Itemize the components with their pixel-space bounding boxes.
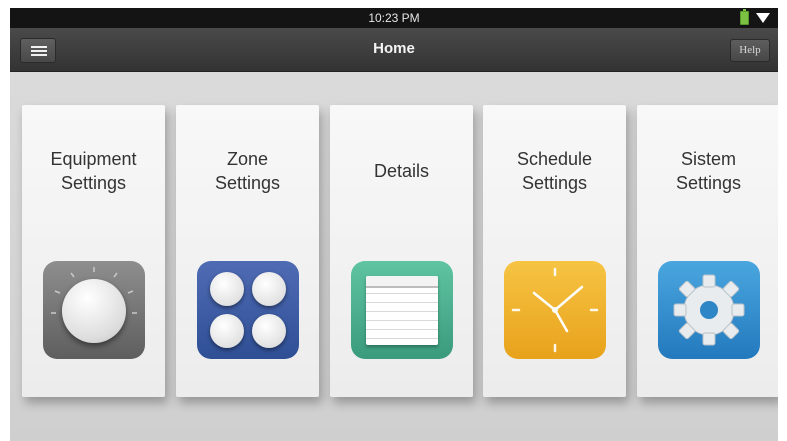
battery-icon <box>740 9 749 25</box>
schedule-settings-card[interactable]: Schedule Settings <box>483 105 626 397</box>
gear-icon <box>658 261 760 359</box>
page-title: Home <box>373 40 415 57</box>
status-bar: 10:23 PM <box>10 8 778 28</box>
help-button[interactable]: Help <box>730 39 770 62</box>
zone-buttons-icon <box>197 261 299 359</box>
status-time: 10:23 PM <box>368 11 420 25</box>
app-bar: Home Help <box>10 28 778 72</box>
clock-icon <box>504 261 606 359</box>
equipment-settings-card[interactable]: Equipment Settings <box>22 105 165 397</box>
settings-cards: Equipment Settings Zone Settings Details… <box>22 105 778 397</box>
knob-icon <box>43 261 145 359</box>
card-label: Zone Settings <box>214 149 281 193</box>
zone-settings-card[interactable]: Zone Settings <box>176 105 319 397</box>
hamburger-icon <box>31 46 47 56</box>
menu-button[interactable] <box>20 38 56 63</box>
card-label: Sistem Settings <box>675 149 742 193</box>
notepad-icon <box>351 261 453 359</box>
wifi-icon <box>756 13 770 23</box>
details-card[interactable]: Details <box>330 105 473 397</box>
system-settings-card[interactable]: Sistem Settings <box>637 105 778 397</box>
card-label: Schedule Settings <box>516 149 593 193</box>
card-label: Equipment Settings <box>50 149 137 193</box>
card-label: Details <box>373 161 430 181</box>
device-screen: 10:23 PM Home Help Equipment Settings Zo… <box>10 8 778 441</box>
